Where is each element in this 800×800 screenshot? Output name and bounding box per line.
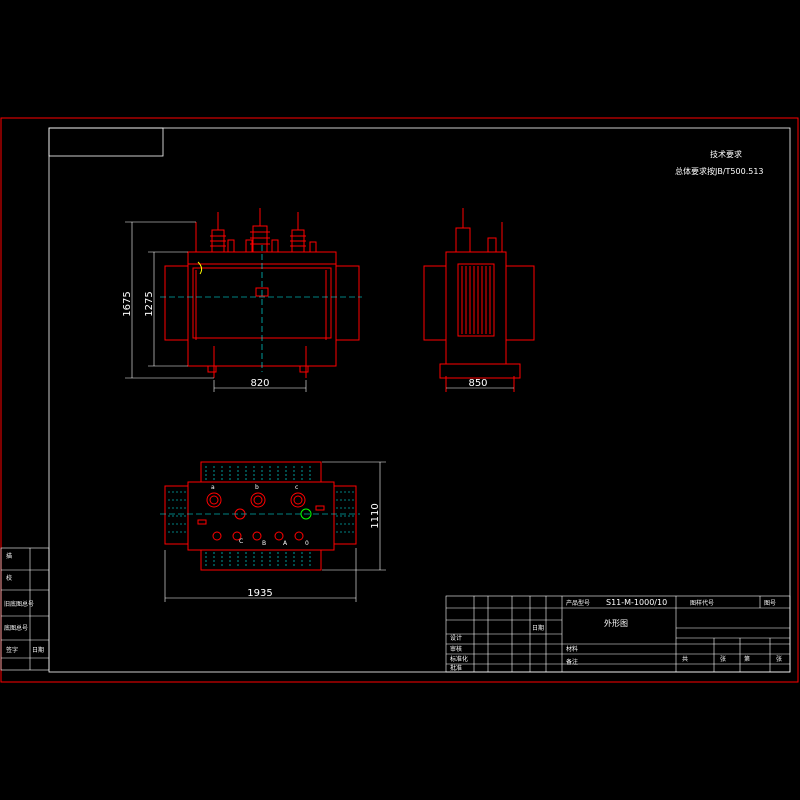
terminal-label-C: C: [239, 538, 243, 545]
sign-row-3: 批准: [450, 664, 462, 672]
misc-total: 共: [682, 655, 688, 663]
plan-fins: [168, 466, 354, 566]
sheet-title: 外形图: [604, 618, 628, 628]
cad-drawing: 技术要求 总体要求按JB/T500.513 1675 1275 820 850 …: [0, 117, 799, 683]
tech-req-label: 技术要求: [710, 149, 742, 159]
corner-box: [48, 127, 164, 157]
terminal-label-c: c: [295, 484, 298, 491]
terminal-label-0: 0: [305, 540, 309, 547]
plan-view: [164, 461, 357, 571]
standard-text: 总体要求按JB/T500.513: [675, 166, 764, 176]
side-view: [423, 208, 535, 392]
dim-front-body-height: 1275: [144, 291, 155, 316]
misc-sheet-a: 张: [720, 655, 726, 663]
terminal-label-A: A: [283, 540, 288, 547]
left-row-4: 签字: [6, 646, 18, 654]
dim-front-total-height: 1675: [122, 291, 133, 316]
dim-front-width: 820: [250, 378, 269, 389]
hv-bushings: [210, 208, 317, 253]
misc-sheet-b: 张: [776, 655, 782, 663]
sign-row-2: 标准化: [450, 655, 468, 663]
header-drawing-no: 图号: [764, 600, 776, 607]
terminal-label-a: a: [211, 484, 215, 491]
dim-plan-length: 1935: [247, 588, 272, 599]
terminal-label-B: B: [262, 540, 266, 547]
dim-plan-depth: 1110: [370, 503, 381, 528]
left-row-0: 描: [6, 552, 12, 560]
header-product-model: 产品型号: [566, 599, 590, 607]
left-row-3: 底图总号: [4, 624, 28, 632]
sign-row-0: 设计: [450, 634, 462, 642]
inner-frame: [48, 127, 791, 673]
dim-side-width: 850: [468, 378, 487, 389]
misc-remark: 备注: [566, 658, 578, 666]
sign-row-1: 审核: [450, 645, 462, 653]
sign-row-4: 日期: [532, 624, 544, 632]
header-drawing-code: 图样代号: [690, 599, 714, 607]
misc-material: 材料: [566, 645, 578, 653]
terminal-label-b: b: [255, 484, 259, 491]
left-row-2: 旧底图总号: [4, 600, 34, 608]
misc-page: 第: [744, 655, 750, 663]
outer-frame: [0, 117, 799, 683]
left-row-1: 校: [6, 574, 12, 582]
title-block: [445, 595, 791, 673]
part-number: S11-M-1000/10: [606, 598, 667, 607]
left-row-5: 日期: [32, 646, 44, 654]
